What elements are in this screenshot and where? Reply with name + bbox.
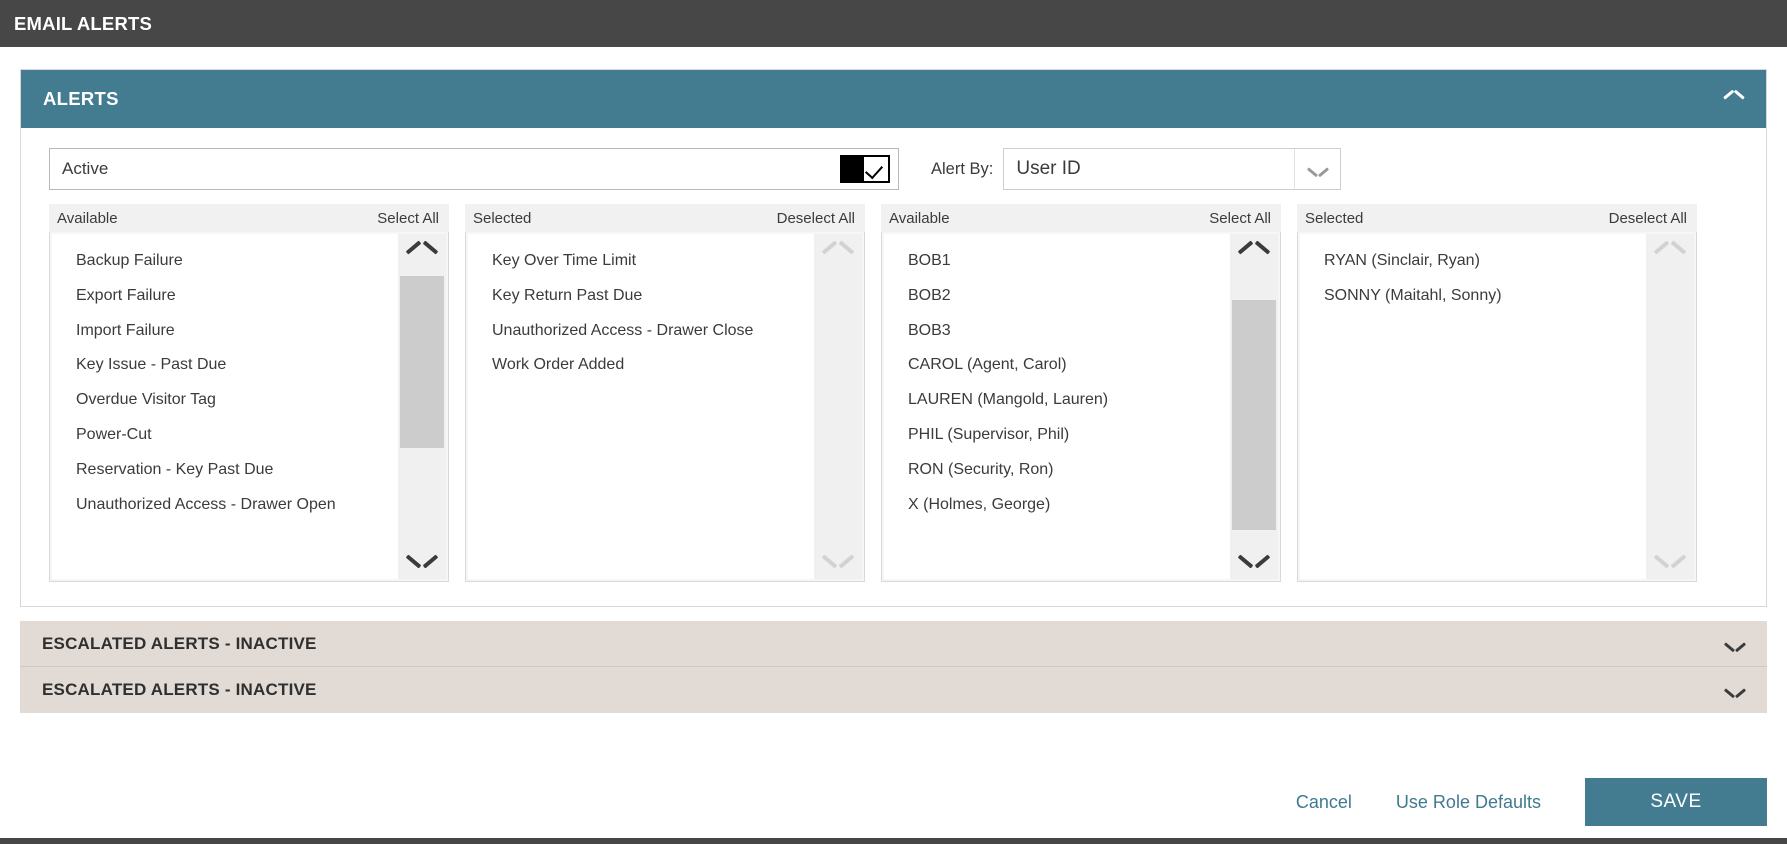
chevron-up-icon[interactable] xyxy=(1724,93,1744,105)
panel-selected-alerts: Selected Deselect All Key Over Time Limi… xyxy=(465,204,865,582)
alert-by-value: User ID xyxy=(1016,158,1081,179)
panel-title: Selected xyxy=(1305,209,1364,227)
list-item[interactable]: Export Failure xyxy=(52,279,398,314)
scroll-up-button[interactable] xyxy=(1230,234,1278,276)
panel-title: Available xyxy=(57,209,118,227)
panel-outer: RYAN (Sinclair, Ryan) SONNY (Maitahl, So… xyxy=(1297,232,1697,582)
panel-list[interactable]: RYAN (Sinclair, Ryan) SONNY (Maitahl, So… xyxy=(1300,234,1646,579)
panel-scrollbar[interactable] xyxy=(398,234,446,579)
page-title: EMAIL ALERTS xyxy=(14,12,153,34)
panel-selected-users: Selected Deselect All RYAN (Sinclair, Ry… xyxy=(1297,204,1697,582)
list-item[interactable]: BOB3 xyxy=(884,314,1230,349)
alerts-card-body: Active Alert By: User ID Available Selec… xyxy=(21,128,1766,606)
panel-header: Available Select All xyxy=(881,204,1281,232)
list-item[interactable]: Power-Cut xyxy=(52,418,398,453)
alerts-card: ALERTS Active Alert By: User ID Availabl… xyxy=(20,69,1767,607)
page-titlebar: EMAIL ALERTS xyxy=(0,0,1787,47)
list-item[interactable]: Work Order Added xyxy=(468,348,814,383)
panel-list[interactable]: Backup Failure Export Failure Import Fai… xyxy=(52,234,398,579)
scroll-up-button xyxy=(1646,234,1694,276)
active-filter-label: Active xyxy=(62,159,109,178)
panel-scrollbar[interactable] xyxy=(814,234,862,579)
list-item[interactable]: Unauthorized Access - Drawer Close xyxy=(468,314,814,349)
checkmark-icon xyxy=(864,155,890,183)
list-item[interactable]: Import Failure xyxy=(52,314,398,349)
scrollbar-thumb[interactable] xyxy=(400,276,444,448)
alerts-card-header[interactable]: ALERTS xyxy=(21,70,1766,128)
scroll-down-button[interactable] xyxy=(398,537,446,579)
use-role-defaults-button[interactable]: Use Role Defaults xyxy=(1374,792,1563,813)
alert-by-select[interactable]: User ID xyxy=(1003,148,1342,190)
list-item[interactable]: RYAN (Sinclair, Ryan) xyxy=(1300,244,1646,279)
panel-outer: BOB1 BOB2 BOB3 CAROL (Agent, Carol) LAUR… xyxy=(881,232,1281,582)
alert-by-label: Alert By: xyxy=(931,159,994,178)
panel-header: Selected Deselect All xyxy=(465,204,865,232)
list-item[interactable]: CAROL (Agent, Carol) xyxy=(884,348,1230,383)
scrollbar-track xyxy=(1646,276,1694,537)
list-item[interactable]: RON (Security, Ron) xyxy=(884,453,1230,488)
accordion-row-escalated-alerts-1[interactable]: ESCALATED ALERTS - INACTIVE xyxy=(20,621,1767,667)
page-body: ALERTS Active Alert By: User ID Availabl… xyxy=(0,47,1787,760)
scrollbar-track[interactable] xyxy=(398,276,446,537)
chevron-down-icon[interactable] xyxy=(1725,638,1745,650)
scroll-down-button[interactable] xyxy=(1230,537,1278,579)
panel-header: Available Select All xyxy=(49,204,449,232)
panel-scrollbar[interactable] xyxy=(1646,234,1694,579)
panel-outer: Backup Failure Export Failure Import Fai… xyxy=(49,232,449,582)
panel-header: Selected Deselect All xyxy=(1297,204,1697,232)
list-item[interactable]: Key Return Past Due xyxy=(468,279,814,314)
panel-outer: Key Over Time Limit Key Return Past Due … xyxy=(465,232,865,582)
alerts-card-title: ALERTS xyxy=(43,88,119,109)
list-item[interactable]: X (Holmes, George) xyxy=(884,488,1230,523)
list-item[interactable]: BOB2 xyxy=(884,279,1230,314)
select-all-link[interactable]: Select All xyxy=(377,210,439,227)
accordion-row-escalated-alerts-2[interactable]: ESCALATED ALERTS - INACTIVE xyxy=(20,667,1767,713)
list-item[interactable]: Reservation - Key Past Due xyxy=(52,453,398,488)
scroll-down-button xyxy=(814,537,862,579)
email-alerts-page: EMAIL ALERTS ALERTS Active Alert By: Use… xyxy=(0,0,1787,844)
panel-scrollbar[interactable] xyxy=(1230,234,1278,579)
chevron-down-icon[interactable] xyxy=(1725,684,1745,696)
panel-title: Available xyxy=(889,209,950,227)
list-item[interactable]: LAUREN (Mangold, Lauren) xyxy=(884,383,1230,418)
list-item[interactable]: Key Issue - Past Due xyxy=(52,348,398,383)
scrollbar-thumb[interactable] xyxy=(1232,300,1276,530)
list-item[interactable]: Key Over Time Limit xyxy=(468,244,814,279)
list-item[interactable]: PHIL (Supervisor, Phil) xyxy=(884,418,1230,453)
accordion-title: ESCALATED ALERTS - INACTIVE xyxy=(42,680,317,699)
chevron-down-icon[interactable] xyxy=(1294,149,1340,189)
form-footer: Cancel Use Role Defaults SAVE xyxy=(0,760,1787,844)
active-checkbox[interactable] xyxy=(840,155,890,183)
dual-list-panels: Available Select All Backup Failure Expo… xyxy=(49,204,1738,582)
active-filter-field[interactable]: Active xyxy=(49,148,899,190)
escalated-alerts-accordion: ESCALATED ALERTS - INACTIVE ESCALATED AL… xyxy=(20,621,1767,713)
select-all-link[interactable]: Select All xyxy=(1209,210,1271,227)
list-item[interactable]: Unauthorized Access - Drawer Open xyxy=(52,488,398,523)
deselect-all-link[interactable]: Deselect All xyxy=(1609,210,1687,227)
panel-title: Selected xyxy=(473,209,532,227)
accordion-title: ESCALATED ALERTS - INACTIVE xyxy=(42,633,317,653)
deselect-all-link[interactable]: Deselect All xyxy=(777,210,855,227)
panel-available-alerts: Available Select All Backup Failure Expo… xyxy=(49,204,449,582)
list-item[interactable]: Overdue Visitor Tag xyxy=(52,383,398,418)
list-item[interactable]: BOB1 xyxy=(884,244,1230,279)
bottom-bar xyxy=(0,838,1787,844)
checkbox-fill xyxy=(840,155,864,183)
scroll-down-button xyxy=(1646,537,1694,579)
list-item[interactable]: Backup Failure xyxy=(52,244,398,279)
scrollbar-track[interactable] xyxy=(1230,276,1278,537)
filter-row: Active Alert By: User ID xyxy=(49,148,1738,190)
scroll-up-button[interactable] xyxy=(398,234,446,276)
cancel-button[interactable]: Cancel xyxy=(1274,792,1374,813)
panel-available-users: Available Select All BOB1 BOB2 BOB3 CARO… xyxy=(881,204,1281,582)
scrollbar-track xyxy=(814,276,862,537)
save-button[interactable]: SAVE xyxy=(1585,778,1767,826)
scroll-up-button xyxy=(814,234,862,276)
panel-list[interactable]: Key Over Time Limit Key Return Past Due … xyxy=(468,234,814,579)
panel-list[interactable]: BOB1 BOB2 BOB3 CAROL (Agent, Carol) LAUR… xyxy=(884,234,1230,579)
list-item[interactable]: SONNY (Maitahl, Sonny) xyxy=(1300,279,1646,314)
